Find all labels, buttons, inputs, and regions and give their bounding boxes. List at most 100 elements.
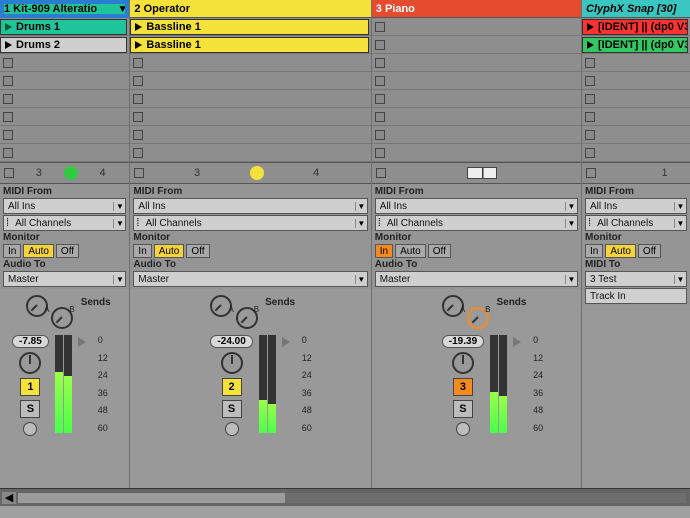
solo-button[interactable]: S bbox=[453, 400, 473, 418]
clip-slot[interactable] bbox=[582, 126, 690, 144]
stop-button[interactable] bbox=[375, 112, 385, 122]
monitor-auto-button[interactable]: Auto bbox=[605, 244, 636, 258]
stop-button[interactable] bbox=[375, 94, 385, 104]
play-icon[interactable] bbox=[135, 41, 142, 49]
midi-from-select[interactable]: All Ins▼ bbox=[133, 198, 367, 214]
stop-button[interactable] bbox=[375, 58, 385, 68]
clip[interactable]: [IDENT] || (dp0 V3 Te bbox=[582, 37, 688, 53]
clip-slot[interactable]: Bassline 1 bbox=[130, 36, 370, 54]
play-icon[interactable] bbox=[587, 23, 594, 31]
scroll-left-icon[interactable]: ◀ bbox=[2, 492, 16, 504]
stop-button[interactable] bbox=[3, 58, 13, 68]
clip-slot[interactable] bbox=[0, 72, 129, 90]
stop-button[interactable] bbox=[3, 112, 13, 122]
clip-slot[interactable] bbox=[130, 72, 370, 90]
clip-slot[interactable] bbox=[582, 108, 690, 126]
monitor-in-button[interactable]: In bbox=[3, 244, 21, 258]
track-header[interactable]: ClyphX Snap [30] bbox=[582, 0, 690, 18]
pan-knob[interactable] bbox=[221, 352, 243, 374]
track-activator-button[interactable]: 3 bbox=[453, 378, 473, 396]
fader-handle-icon[interactable] bbox=[513, 337, 521, 347]
monitor-in-button[interactable]: In bbox=[585, 244, 603, 258]
clip-slot[interactable] bbox=[130, 144, 370, 162]
stop-button[interactable] bbox=[133, 76, 143, 86]
fader-handle-icon[interactable] bbox=[78, 337, 86, 347]
midi-chan-select[interactable]: ⁞All Channels▼ bbox=[3, 215, 126, 231]
stop-button[interactable] bbox=[133, 58, 143, 68]
clip-slot[interactable] bbox=[0, 54, 129, 72]
clip-slot[interactable]: [IDENT] || (dp0 V3 Te bbox=[582, 36, 690, 54]
solo-button[interactable]: S bbox=[222, 400, 242, 418]
stop-button[interactable] bbox=[133, 148, 143, 158]
record-button[interactable] bbox=[456, 422, 470, 436]
stop-button[interactable] bbox=[3, 94, 13, 104]
scroll-thumb[interactable] bbox=[18, 493, 285, 503]
clip-slot[interactable] bbox=[582, 72, 690, 90]
play-icon[interactable] bbox=[5, 41, 12, 49]
track-header[interactable]: 1 Kit-909 Alteratio ▾ bbox=[0, 0, 129, 18]
clip-slot[interactable] bbox=[372, 54, 581, 72]
record-button[interactable] bbox=[225, 422, 239, 436]
clip-slot[interactable] bbox=[372, 108, 581, 126]
clip-slot[interactable] bbox=[582, 144, 690, 162]
clip[interactable]: Drums 2 bbox=[0, 37, 127, 53]
monitor-off-button[interactable]: Off bbox=[428, 244, 451, 258]
stop-button[interactable] bbox=[585, 94, 595, 104]
stop-button[interactable] bbox=[3, 130, 13, 140]
stop-button[interactable] bbox=[375, 130, 385, 140]
play-icon[interactable] bbox=[587, 41, 594, 49]
stop-all-button[interactable] bbox=[376, 168, 386, 178]
clip-slot[interactable]: Bassline 1 bbox=[130, 18, 370, 36]
midi-from-select[interactable]: All Ins▼ bbox=[375, 198, 578, 214]
stop-all-button[interactable] bbox=[4, 168, 14, 178]
stop-all-button[interactable] bbox=[134, 168, 144, 178]
play-icon[interactable] bbox=[5, 23, 12, 31]
stop-button[interactable] bbox=[3, 76, 13, 86]
clip-slot[interactable] bbox=[0, 90, 129, 108]
stop-button[interactable] bbox=[585, 76, 595, 86]
midi-chan-select[interactable]: ⁞All Channels▼ bbox=[375, 215, 578, 231]
play-icon[interactable] bbox=[135, 23, 142, 31]
midi-from-select[interactable]: All Ins▼ bbox=[3, 198, 126, 214]
stop-button[interactable] bbox=[133, 130, 143, 140]
clip-slot[interactable] bbox=[372, 18, 581, 36]
stop-button[interactable] bbox=[3, 148, 13, 158]
pan-knob[interactable] bbox=[19, 352, 41, 374]
midi-to-select[interactable]: 3 Test▼ bbox=[585, 271, 687, 287]
stop-button[interactable] bbox=[375, 148, 385, 158]
midi-from-select[interactable]: All Ins▼ bbox=[585, 198, 687, 214]
midi-chan-select[interactable]: ⁞All Channels▼ bbox=[585, 215, 687, 231]
monitor-in-button[interactable]: In bbox=[133, 244, 151, 258]
db-value[interactable]: -7.85 bbox=[12, 335, 49, 348]
clip[interactable]: Bassline 1 bbox=[130, 37, 368, 53]
clip-slot[interactable] bbox=[372, 126, 581, 144]
stop-button[interactable] bbox=[375, 40, 385, 50]
clip-slot[interactable] bbox=[130, 90, 370, 108]
clip[interactable]: Drums 1 bbox=[0, 19, 127, 35]
horizontal-scrollbar[interactable]: ◀ bbox=[0, 488, 690, 506]
monitor-auto-button[interactable]: Auto bbox=[23, 244, 54, 258]
db-value[interactable]: -19.39 bbox=[442, 335, 484, 348]
monitor-off-button[interactable]: Off bbox=[638, 244, 661, 258]
clip-slot[interactable] bbox=[372, 90, 581, 108]
stop-button[interactable] bbox=[585, 130, 595, 140]
clip-slot[interactable]: [IDENT] || (dp0 V3 Te bbox=[582, 18, 690, 36]
midi-chan-select[interactable]: ⁞All Channels▼ bbox=[133, 215, 367, 231]
track-activator-button[interactable]: 1 bbox=[20, 378, 40, 396]
monitor-in-button[interactable]: In bbox=[375, 244, 393, 258]
stop-button[interactable] bbox=[133, 112, 143, 122]
monitor-off-button[interactable]: Off bbox=[186, 244, 209, 258]
monitor-auto-button[interactable]: Auto bbox=[395, 244, 426, 258]
stop-all-button[interactable] bbox=[586, 168, 596, 178]
track-header[interactable]: 3 Piano bbox=[372, 0, 581, 18]
clip-slot[interactable] bbox=[372, 36, 581, 54]
db-value[interactable]: -24.00 bbox=[210, 335, 252, 348]
clip-slot[interactable] bbox=[130, 126, 370, 144]
fader-handle-icon[interactable] bbox=[282, 337, 290, 347]
track-header[interactable]: 2 Operator bbox=[130, 0, 370, 18]
clip-slot[interactable] bbox=[372, 144, 581, 162]
clip[interactable]: Bassline 1 bbox=[130, 19, 368, 35]
midi-sub-select[interactable]: Track In bbox=[585, 288, 687, 304]
stop-button[interactable] bbox=[585, 58, 595, 68]
clip-slot[interactable] bbox=[130, 108, 370, 126]
